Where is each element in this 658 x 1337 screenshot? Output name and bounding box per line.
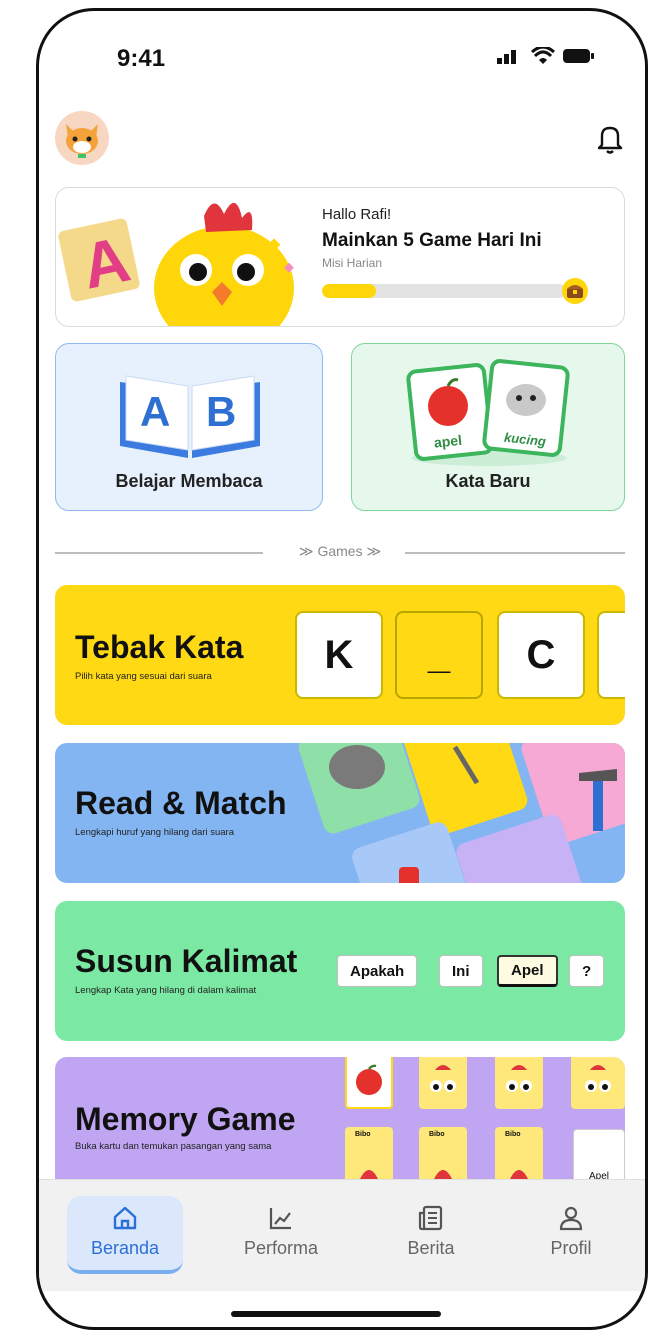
letter-tile: C <box>497 611 585 699</box>
mission-subtitle: Misi Harian <box>322 256 383 270</box>
tab-label: Berita <box>407 1238 455 1258</box>
game-title: Susun Kalimat <box>75 943 298 979</box>
tab-performa[interactable]: Performa <box>223 1196 339 1274</box>
chick-icon <box>434 1170 452 1179</box>
avatar[interactable] <box>55 111 109 165</box>
game-description: Buka kartu dan temukan pasangan yang sam… <box>75 1141 272 1152</box>
chick-card <box>495 1057 543 1109</box>
reading-card-label: Belajar Membaca <box>115 471 263 491</box>
letter-tile: K <box>295 611 383 699</box>
tab-beranda[interactable]: Beranda <box>67 1196 183 1274</box>
book-letter-b: B <box>206 388 236 435</box>
home-icon <box>113 1206 137 1230</box>
tab-label: Beranda <box>90 1238 160 1258</box>
tab-label: Performa <box>243 1238 319 1258</box>
reading-card[interactable]: A B Belajar Membaca <box>55 343 323 511</box>
wifi-icon <box>531 47 555 64</box>
phone-frame: 9:41 A Hallo Rafi! Mainkan 5 Game Hari I… <box>36 8 648 1330</box>
new-words-card[interactable]: apel kucing Kata Baru <box>351 343 625 511</box>
profile-icon <box>559 1206 583 1231</box>
chart-icon <box>269 1208 291 1230</box>
games-divider: ≫ Games ≫ <box>55 543 625 563</box>
word-chip: Ini <box>439 955 483 987</box>
status-bar: 9:41 <box>39 11 645 101</box>
game-title: Read & Match <box>75 785 287 821</box>
games-divider-label: Games <box>317 543 363 559</box>
news-icon <box>418 1205 443 1231</box>
blank-letter-tile: _ <box>395 611 483 699</box>
tab-label: Profil <box>550 1238 592 1258</box>
chevrons-down-icon: ≫ <box>298 543 314 559</box>
open-book-icon: A B <box>120 375 260 458</box>
word-chip: ? <box>569 955 605 987</box>
word-chip: Apakah <box>337 955 418 987</box>
apple-icon <box>356 1064 382 1095</box>
game-card-memory[interactable]: Memory Game Buka kartu dan temukan pasan… <box>55 1057 625 1197</box>
chick-card <box>571 1057 625 1109</box>
bottom-tab-bar: Beranda Performa Berita Profil <box>39 1179 645 1291</box>
chick-icon <box>506 1065 532 1092</box>
game-description: Lengkap Kata yang hilang di dalam kalima… <box>75 985 257 996</box>
selected-word-chip: Apel <box>497 955 558 987</box>
chick-icon <box>360 1170 378 1179</box>
apple-card <box>345 1057 393 1109</box>
chick-mascot-icon: A <box>58 202 294 326</box>
chick-icon <box>585 1065 611 1092</box>
chick-card <box>419 1057 467 1109</box>
game-card-susun-kalimat[interactable]: Susun Kalimat Lengkap Kata yang hilang d… <box>55 901 625 1041</box>
bibo-card: Bibo <box>345 1127 393 1185</box>
signal-icon <box>497 50 516 64</box>
chick-icon <box>430 1065 456 1092</box>
game-card-tebak-kata[interactable]: Tebak Kata Pilih kata yang sesuai dari s… <box>55 585 625 725</box>
daily-mission-card[interactable]: A Hallo Rafi! Mainkan 5 Game Hari Ini Mi… <box>55 187 625 327</box>
bibo-card: Bibo <box>419 1127 467 1185</box>
mission-title: Mainkan 5 Game Hari Ini <box>322 230 542 251</box>
game-description: Lengkapi huruf yang hilang dari suara <box>75 827 234 838</box>
chick-icon <box>510 1170 528 1179</box>
battery-icon <box>563 49 594 63</box>
tab-profil[interactable]: Profil <box>513 1196 629 1274</box>
object-cards-decoration <box>298 743 625 883</box>
bibo-card: Bibo <box>495 1127 543 1185</box>
game-title: Memory Game <box>75 1101 296 1137</box>
game-description: Pilih kata yang sesuai dari suara <box>75 671 212 682</box>
greeting-text: Hallo Rafi! <box>322 206 392 223</box>
game-card-read-match[interactable]: Read & Match Lengkapi huruf yang hilang … <box>55 743 625 883</box>
tab-berita[interactable]: Berita <box>373 1196 489 1274</box>
treasure-chest-icon <box>562 278 588 304</box>
card-apel: apel <box>433 432 463 451</box>
book-letter-a: A <box>140 388 170 435</box>
cat-avatar-icon <box>66 124 98 158</box>
letter-tile <box>597 611 625 699</box>
bell-icon[interactable] <box>593 121 627 155</box>
card-label: Bibo <box>355 1131 371 1138</box>
card-label: Bibo <box>505 1131 521 1138</box>
game-title: Tebak Kata <box>75 629 244 665</box>
mission-progress-fill <box>322 284 376 298</box>
new-words-card-label: Kata Baru <box>445 471 531 491</box>
mission-progress-bar <box>322 284 566 298</box>
card-label: Bibo <box>429 1131 445 1138</box>
chevrons-down-icon: ≫ <box>366 543 382 559</box>
status-time: 9:41 <box>117 45 166 72</box>
home-indicator <box>231 1311 441 1317</box>
flash-cards-icon: apel kucing <box>406 359 570 466</box>
